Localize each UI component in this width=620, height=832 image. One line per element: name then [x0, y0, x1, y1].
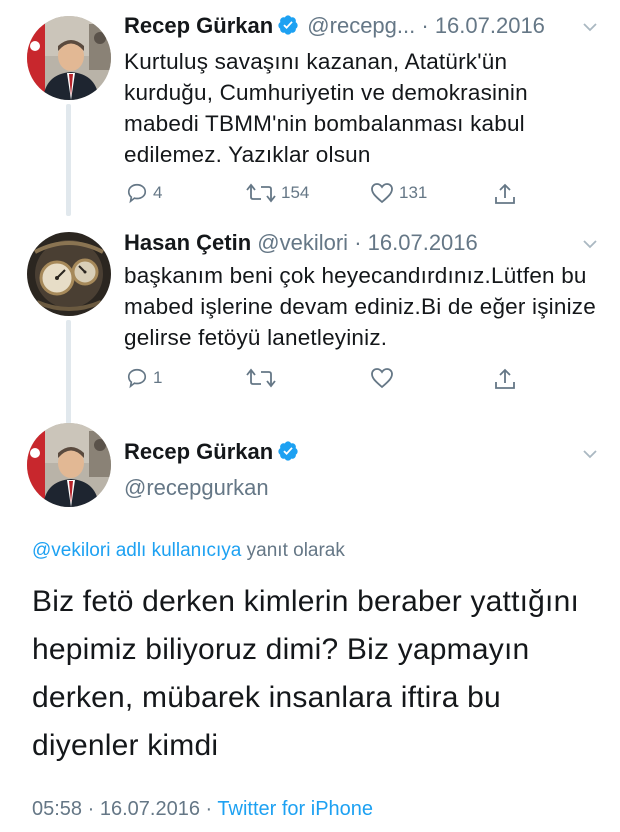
retweet-count: 154 [281, 183, 310, 202]
reply-icon [126, 182, 148, 204]
reply-context: @vekilori adlı kullanıcıya yanıt olarak [32, 540, 345, 562]
retweet-icon [246, 367, 276, 389]
author-handle[interactable]: @recepgurkan [124, 474, 600, 502]
tweet-source-link[interactable]: Twitter for iPhone [217, 798, 373, 820]
like-icon [370, 367, 394, 389]
separator: · [354, 230, 362, 255]
author-handle[interactable]: @vekilori [257, 230, 348, 255]
verified-icon [277, 440, 299, 469]
tweet-actions: 4 154 131 [0, 182, 620, 212]
like-button[interactable]: 131 [370, 182, 427, 204]
like-button[interactable] [370, 367, 394, 389]
tweet-meta: 05:58 · 16.07.2016 · Twitter for iPhone [32, 798, 373, 821]
avatar[interactable] [27, 16, 111, 100]
reply-count: 4 [153, 183, 163, 202]
reply-mention-link[interactable]: @vekilori adlı kullanıcıya [32, 540, 241, 561]
share-icon [494, 182, 516, 206]
tweet-text: Kurtuluş savaşını kazanan, Atatürk'ün ku… [124, 49, 528, 167]
main-tweet-text: Biz fetö derken kimlerin beraber yattığı… [32, 585, 579, 762]
retweet-button[interactable] [246, 367, 276, 389]
tweet-header: Hasan Çetin @vekilori · 16.07.2016 [124, 229, 600, 257]
tweet-time: 05:58 [32, 798, 83, 820]
like-count: 131 [399, 183, 428, 202]
tweet-date: 16.07.2016 [99, 798, 200, 820]
tweet-date[interactable]: 16.07.2016 [435, 13, 545, 38]
chevron-down-icon[interactable] [580, 233, 600, 261]
author-name[interactable]: Recep Gürkan [124, 439, 273, 464]
share-button[interactable] [494, 182, 516, 206]
retweet-icon [246, 182, 276, 204]
reply-count: 1 [153, 368, 163, 387]
tweet[interactable]: Hasan Çetin @vekilori · 16.07.2016 başka… [124, 229, 600, 353]
tweet-header: Recep Gürkan @recepg... · 16.07.2016 [124, 12, 600, 43]
like-icon [370, 182, 394, 204]
chevron-down-icon[interactable] [580, 16, 600, 44]
tweet[interactable]: Recep Gürkan @recepg... · 16.07.2016 Kur… [124, 12, 600, 170]
separator: · [421, 13, 429, 38]
tweet-actions: 1 [0, 367, 620, 397]
reply-icon [126, 367, 148, 389]
tweet-date[interactable]: 16.07.2016 [368, 230, 478, 255]
reply-button[interactable]: 1 [126, 367, 162, 389]
reply-context-text: yanıt olarak [241, 540, 345, 561]
chevron-down-icon[interactable] [580, 444, 600, 469]
author-handle[interactable]: @recepg... [307, 13, 415, 38]
main-tweet-header: Recep Gürkan @recepgurkan [124, 438, 600, 502]
reply-button[interactable]: 4 [126, 182, 162, 204]
share-icon [494, 367, 516, 391]
avatar[interactable] [27, 232, 111, 316]
separator: · [87, 798, 95, 820]
author-name[interactable]: Hasan Çetin [124, 230, 251, 255]
verified-icon [277, 14, 299, 43]
separator: · [205, 798, 213, 820]
tweet-text: başkanım beni çok heyecandırdınız.Lütfen… [124, 263, 596, 350]
author-name[interactable]: Recep Gürkan [124, 13, 273, 38]
avatar[interactable] [27, 423, 111, 507]
retweet-button[interactable]: 154 [246, 182, 309, 204]
share-button[interactable] [494, 367, 516, 391]
